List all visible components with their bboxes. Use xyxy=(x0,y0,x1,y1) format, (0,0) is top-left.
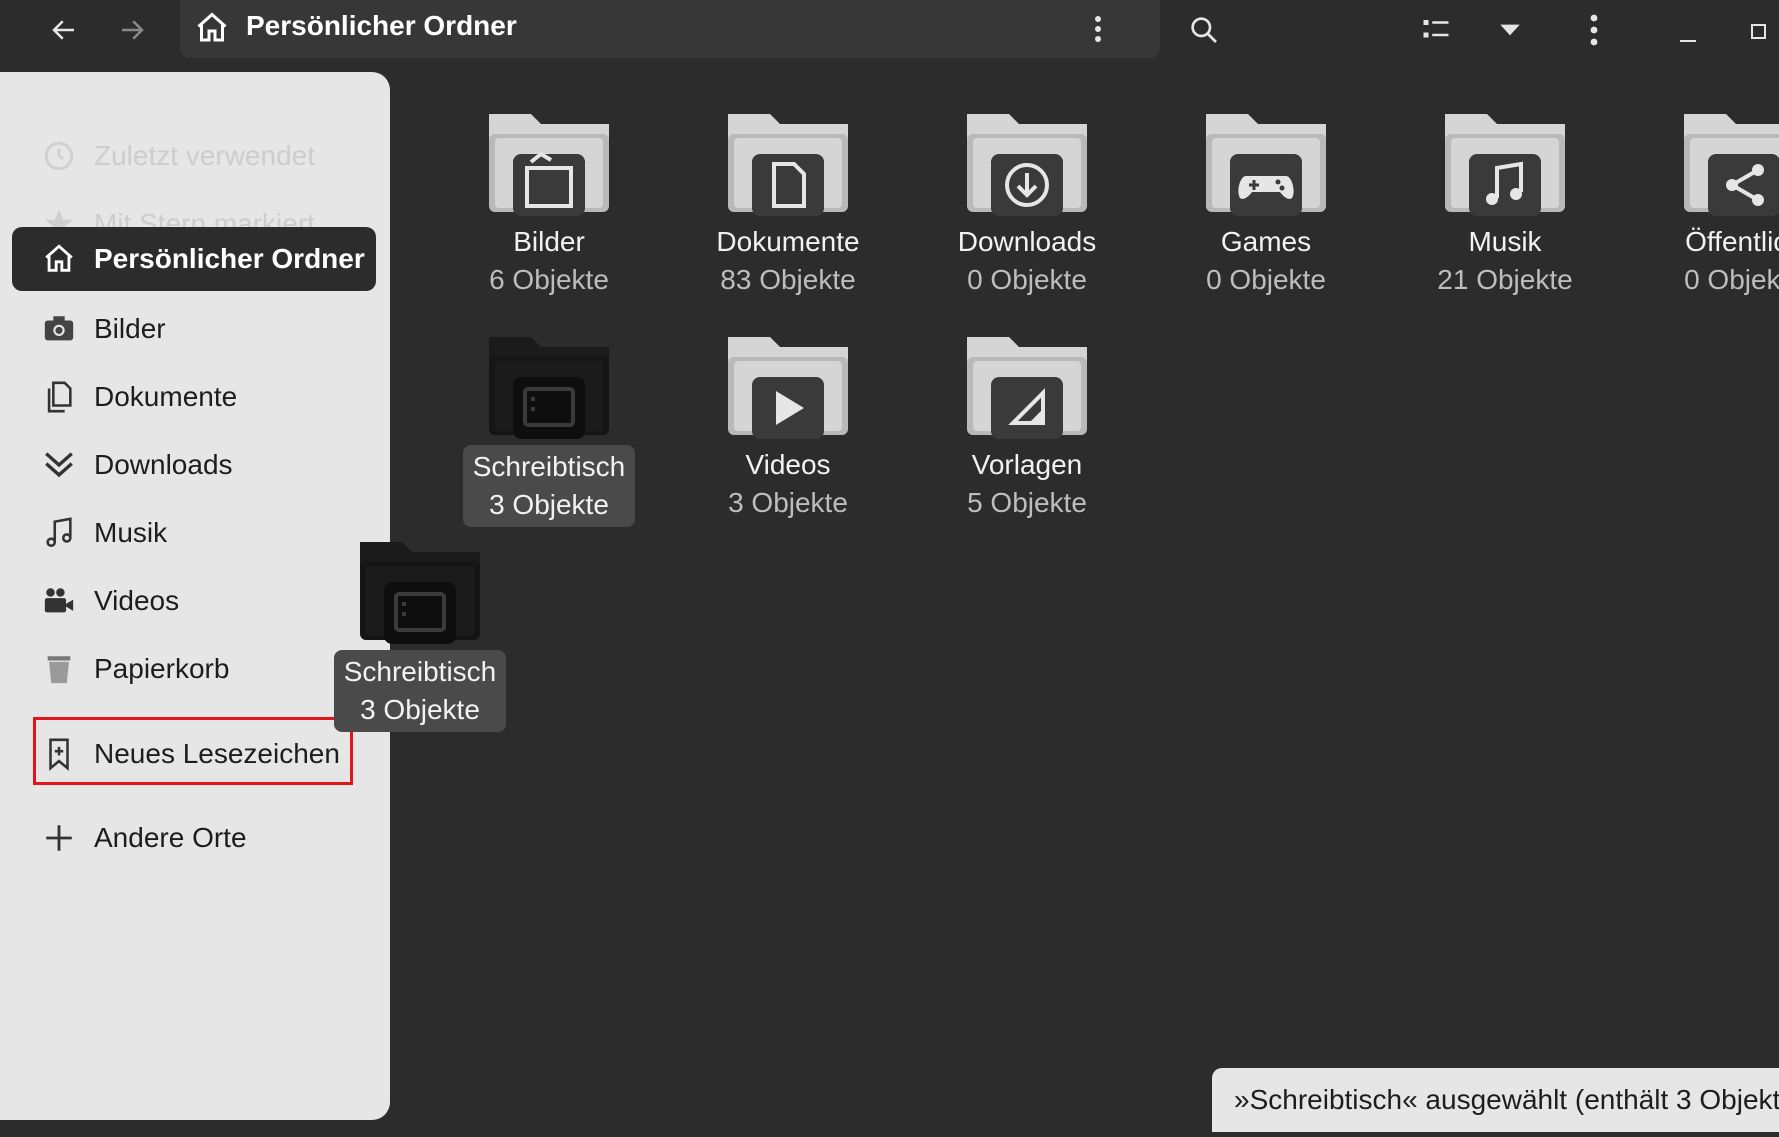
kebab-menu-icon xyxy=(1590,14,1598,46)
folder-dokumente[interactable]: Dokumente 83 Objekte xyxy=(693,102,883,296)
view-options-button[interactable] xyxy=(1486,6,1534,54)
folder-count: 3 Objekte xyxy=(360,694,480,725)
sidebar-item-recent[interactable]: Zuletzt verwendet xyxy=(12,124,376,188)
folder-name: Schreibtisch xyxy=(343,656,497,687)
back-button[interactable] xyxy=(40,6,88,54)
folder-vorlagen[interactable]: Vorlagen 5 Objekte xyxy=(932,325,1122,519)
file-grid: Bilder 6 Objekte Dokumente 83 Objekte Do… xyxy=(390,62,1779,1137)
folder-name: Vorlagen xyxy=(971,449,1083,480)
search-icon xyxy=(1191,17,1217,43)
folder-count: 5 Objekte xyxy=(967,487,1087,518)
games-folder-icon xyxy=(1206,114,1326,216)
folder-downloads[interactable]: Downloads 0 Objekte xyxy=(932,102,1122,296)
sidebar-item-label: Bilder xyxy=(94,313,166,344)
sidebar-item-home[interactable]: Persönlicher Ordner xyxy=(12,227,376,291)
folder-name: Games xyxy=(1220,226,1312,257)
sidebar-item-label: Musik xyxy=(94,517,168,548)
sidebar-item-music[interactable]: Musik xyxy=(12,501,376,565)
desktop-folder-icon xyxy=(360,542,480,644)
documents-folder-icon xyxy=(728,114,848,216)
video-camera-icon xyxy=(40,582,78,620)
downloads-folder-icon xyxy=(967,114,1087,216)
folder-count: 0 Objekte xyxy=(1684,264,1779,295)
sidebar-item-trash[interactable]: Papierkorb xyxy=(12,637,376,701)
search-button[interactable] xyxy=(1180,6,1228,54)
videos-folder-icon xyxy=(728,337,848,439)
sidebar-item-pictures[interactable]: Bilder xyxy=(12,297,376,361)
maximize-button[interactable] xyxy=(1740,10,1778,54)
sidebar-item-label: Dokumente xyxy=(94,381,238,412)
pictures-folder-icon xyxy=(489,114,609,216)
folder-count: 3 Objekte xyxy=(489,489,609,520)
templates-folder-icon xyxy=(967,337,1087,439)
camera-icon xyxy=(40,310,78,348)
maximize-icon xyxy=(1751,24,1766,39)
folder-games[interactable]: Games 0 Objekte xyxy=(1171,102,1361,296)
folder-name: Videos xyxy=(745,449,831,480)
plus-icon xyxy=(40,819,78,857)
trash-icon xyxy=(40,650,78,688)
status-text: »Schreibtisch« ausgewählt (enthält 3 Obj… xyxy=(1234,1084,1779,1115)
chevron-down-icon xyxy=(1500,24,1520,36)
folder-count: 0 Objekte xyxy=(1206,264,1326,295)
sidebar-item-documents[interactable]: Dokumente xyxy=(12,365,376,429)
folder-count: 21 Objekte xyxy=(1437,264,1573,295)
folder-count: 3 Objekte xyxy=(728,487,848,518)
header-bar: Persönlicher Ordner xyxy=(0,0,1779,62)
list-view-icon xyxy=(1423,20,1449,38)
forward-button[interactable] xyxy=(108,6,156,54)
sidebar-item-label: Andere Orte xyxy=(94,822,247,853)
folder-videos[interactable]: Videos 3 Objekte xyxy=(693,325,883,519)
folder-schreibtisch[interactable]: Schreibtisch 3 Objekte xyxy=(454,325,644,527)
folder-name: Musik xyxy=(1468,226,1542,257)
sidebar-item-other-locations[interactable]: Andere Orte xyxy=(12,806,376,870)
selected-label: Schreibtisch 3 Objekte xyxy=(462,445,636,527)
music-note-icon xyxy=(40,514,78,552)
minimize-button[interactable] xyxy=(1666,10,1710,54)
sidebar-item-label: Videos xyxy=(94,585,180,616)
home-icon xyxy=(40,240,78,278)
folder-oeffentlich[interactable]: Öffentlich 0 Objekte xyxy=(1649,102,1779,296)
drag-ghost-schreibtisch: Schreibtisch 3 Objekte xyxy=(325,530,515,732)
sidebar-item-label: Downloads xyxy=(94,449,233,480)
folder-name: Dokumente xyxy=(716,226,860,257)
sidebar-item-downloads[interactable]: Downloads xyxy=(12,433,376,497)
folder-count: 0 Objekte xyxy=(967,264,1087,295)
minimize-icon xyxy=(1680,40,1696,42)
sidebar-item-label: Papierkorb xyxy=(94,653,230,684)
folder-count: 83 Objekte xyxy=(720,264,856,295)
folder-name: Bilder xyxy=(513,226,585,257)
download-icon xyxy=(40,446,78,484)
desktop-folder-icon xyxy=(489,337,609,439)
view-list-button[interactable] xyxy=(1412,6,1460,54)
folder-musik[interactable]: Musik 21 Objekte xyxy=(1410,102,1600,296)
current-location: Persönlicher Ordner xyxy=(246,10,517,41)
folder-name: Schreibtisch xyxy=(472,451,626,482)
main-menu-button[interactable] xyxy=(1570,6,1618,54)
folder-name: Downloads xyxy=(957,226,1097,257)
sidebar-item-label: Persönlicher Ordner xyxy=(94,243,365,274)
sidebar-item-videos[interactable]: Videos xyxy=(12,569,376,633)
drag-ghost-label: Schreibtisch 3 Objekte xyxy=(333,650,507,732)
public-folder-icon xyxy=(1684,114,1779,216)
sidebar-item-label: Zuletzt verwendet xyxy=(94,140,315,171)
folder-bilder[interactable]: Bilder 6 Objekte xyxy=(454,102,644,296)
folder-name: Öffentlich xyxy=(1685,226,1779,257)
clock-icon xyxy=(40,137,78,175)
highlight-annotation xyxy=(33,717,353,785)
path-menu-icon[interactable] xyxy=(1086,12,1110,46)
home-icon xyxy=(197,12,227,42)
arrow-right-icon xyxy=(122,20,144,40)
arrow-left-icon xyxy=(52,20,74,40)
folder-count: 6 Objekte xyxy=(489,264,609,295)
status-bar: »Schreibtisch« ausgewählt (enthält 3 Obj… xyxy=(1212,1068,1779,1132)
music-folder-icon xyxy=(1445,114,1565,216)
path-bar[interactable]: Persönlicher Ordner xyxy=(180,0,1160,58)
documents-icon xyxy=(40,378,78,416)
